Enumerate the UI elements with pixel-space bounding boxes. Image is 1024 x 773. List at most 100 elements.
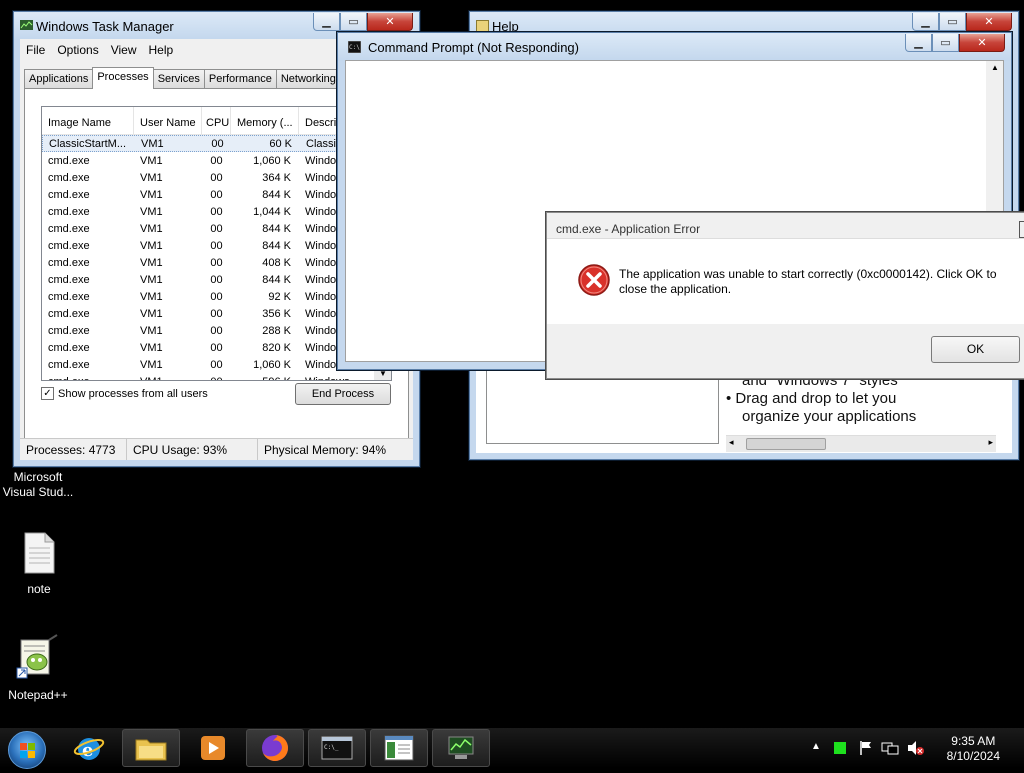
application-error-dialog[interactable]: cmd.exe - Application Error ✕ The applic…	[546, 212, 1024, 379]
system-tray: ▲ 9:35 AM 8/10/2024	[809, 728, 1024, 768]
help-close-button[interactable]: ✕	[966, 13, 1012, 31]
tab-performance[interactable]: Performance	[203, 69, 277, 88]
process-name: cmd.exe	[48, 239, 90, 252]
action-center-flag-icon[interactable]	[859, 740, 873, 756]
process-name: cmd.exe	[42, 376, 134, 381]
column-memory[interactable]: Memory (...	[231, 107, 299, 134]
process-user: VM1	[140, 307, 163, 320]
firefox-button[interactable]	[246, 729, 304, 767]
scroll-down-icon[interactable]: ▼	[379, 369, 387, 378]
cmd-minimize-button[interactable]: ▁	[905, 34, 932, 52]
error-dialog-close-button[interactable]: ✕	[1019, 221, 1024, 238]
task-manager-taskbar-button[interactable]	[432, 729, 490, 767]
show-hidden-icons-icon[interactable]: ▲	[811, 741, 821, 752]
scroll-left-icon[interactable]: ◂	[729, 437, 734, 448]
tab-networking[interactable]: Networking	[275, 69, 341, 88]
cmd-maximize-button[interactable]: ▭	[932, 34, 959, 52]
desktop-icon-note[interactable]: note	[1, 532, 77, 597]
process-memory: 288 K	[262, 324, 291, 337]
process-memory: 1,060 K	[253, 154, 291, 167]
file-explorer-button[interactable]	[122, 729, 180, 767]
error-dialog-title: cmd.exe - Application Error	[556, 222, 701, 236]
process-name: cmd.exe	[48, 256, 90, 269]
help-taskbar-button[interactable]	[370, 729, 428, 767]
show-all-users-checkbox[interactable]: ✓	[41, 387, 54, 400]
media-player-icon	[201, 736, 225, 760]
process-user: VM1	[140, 324, 163, 337]
process-memory: 844 K	[262, 239, 291, 252]
tab-services[interactable]: Services	[152, 69, 205, 88]
ok-button[interactable]: OK	[931, 336, 1020, 363]
process-cpu: 00	[210, 171, 223, 184]
help-app-icon	[476, 20, 489, 32]
error-dialog-body: The application was unable to start corr…	[547, 239, 1024, 324]
cmd-close-button[interactable]: ✕	[959, 34, 1005, 52]
media-player-button[interactable]	[184, 729, 242, 767]
internet-explorer-icon: e	[73, 738, 105, 761]
help-minimize-button[interactable]: ▁	[912, 13, 939, 31]
process-user: VM1	[140, 358, 163, 371]
minimize-button[interactable]: ▁	[313, 13, 340, 31]
process-cpu: 00	[210, 188, 223, 201]
network-icon[interactable]	[881, 740, 899, 756]
process-name: cmd.exe	[48, 307, 90, 320]
process-memory: 596 K	[231, 376, 299, 381]
process-cpu: 00	[210, 154, 223, 167]
help-horizontal-scrollbar[interactable]: ◂ ▸	[726, 435, 996, 452]
show-all-users-option[interactable]: ✓ Show processes from all users	[41, 387, 208, 400]
tab-strip: Applications Processes Services Performa…	[24, 67, 341, 89]
maximize-button[interactable]: ▭	[340, 13, 367, 31]
process-user: VM1	[140, 171, 163, 184]
status-indicator-icon[interactable]	[834, 742, 846, 754]
process-name: cmd.exe	[48, 290, 90, 303]
menu-help[interactable]: Help	[143, 39, 180, 61]
column-user-name[interactable]: User Name	[134, 107, 202, 134]
scroll-up-icon[interactable]: ▲	[991, 63, 999, 72]
desktop-icon-notepadpp[interactable]: Notepad++	[0, 634, 76, 703]
help-line: organize your applications	[742, 408, 917, 425]
status-bar: Processes: 4773 CPU Usage: 93% Physical …	[20, 438, 413, 460]
clock[interactable]: 9:35 AM 8/10/2024	[947, 734, 1000, 764]
command-prompt-icon: C:\	[348, 41, 361, 53]
process-user: VM1	[140, 188, 163, 201]
process-name: cmd.exe	[48, 273, 90, 286]
desktop-icon-label: Microsoft Visual Stud...	[2, 470, 74, 499]
process-name: cmd.exe	[48, 324, 90, 337]
menu-view[interactable]: View	[105, 39, 143, 61]
help-line: Drag and drop to let you	[735, 390, 897, 407]
taskbar: e C:\_ ▲ 9:35 AM 8/10/2024	[0, 728, 1024, 769]
help-maximize-button[interactable]: ▭	[939, 13, 966, 31]
command-prompt-taskbar-button[interactable]: C:\_	[308, 729, 366, 767]
menu-file[interactable]: File	[20, 39, 51, 61]
process-user: VM1	[140, 290, 163, 303]
start-button[interactable]	[8, 731, 46, 769]
process-description: Windows ...	[299, 376, 379, 381]
volume-muted-icon[interactable]	[907, 740, 925, 756]
process-name: cmd.exe	[48, 358, 90, 371]
desktop-icon-label: note	[27, 582, 51, 596]
svg-text:C:\: C:\	[349, 44, 360, 51]
process-user: VM1	[140, 222, 163, 235]
close-button[interactable]: ✕	[367, 13, 413, 31]
column-cpu[interactable]: CPU	[202, 107, 231, 134]
error-message: The application was unable to start corr…	[619, 267, 997, 296]
error-dialog-titlebar[interactable]: cmd.exe - Application Error ✕	[547, 213, 1024, 239]
tab-applications[interactable]: Applications	[24, 69, 94, 88]
end-process-button[interactable]: End Process	[295, 383, 391, 405]
scroll-thumb[interactable]	[746, 438, 826, 450]
process-user: VM1	[134, 376, 202, 381]
internet-explorer-button[interactable]: e	[60, 729, 118, 767]
menu-options[interactable]: Options	[51, 39, 104, 61]
process-cpu: 00	[210, 273, 223, 286]
process-row[interactable]: cmd.exeVM100596 KWindows ...	[42, 373, 391, 381]
column-image-name[interactable]: Image Name	[42, 107, 134, 134]
show-all-users-label: Show processes from all users	[58, 387, 208, 400]
command-prompt-titlebar[interactable]: C:\ Command Prompt (Not Responding) ▁ ▭ …	[338, 33, 1011, 61]
scroll-right-icon[interactable]: ▸	[988, 437, 993, 448]
process-cpu: 00	[210, 205, 223, 218]
process-cpu: 00	[210, 239, 223, 252]
process-cpu: 00	[211, 137, 224, 150]
tab-processes[interactable]: Processes	[92, 67, 154, 89]
process-cpu: 00	[210, 256, 223, 269]
task-manager-icon	[448, 736, 474, 759]
